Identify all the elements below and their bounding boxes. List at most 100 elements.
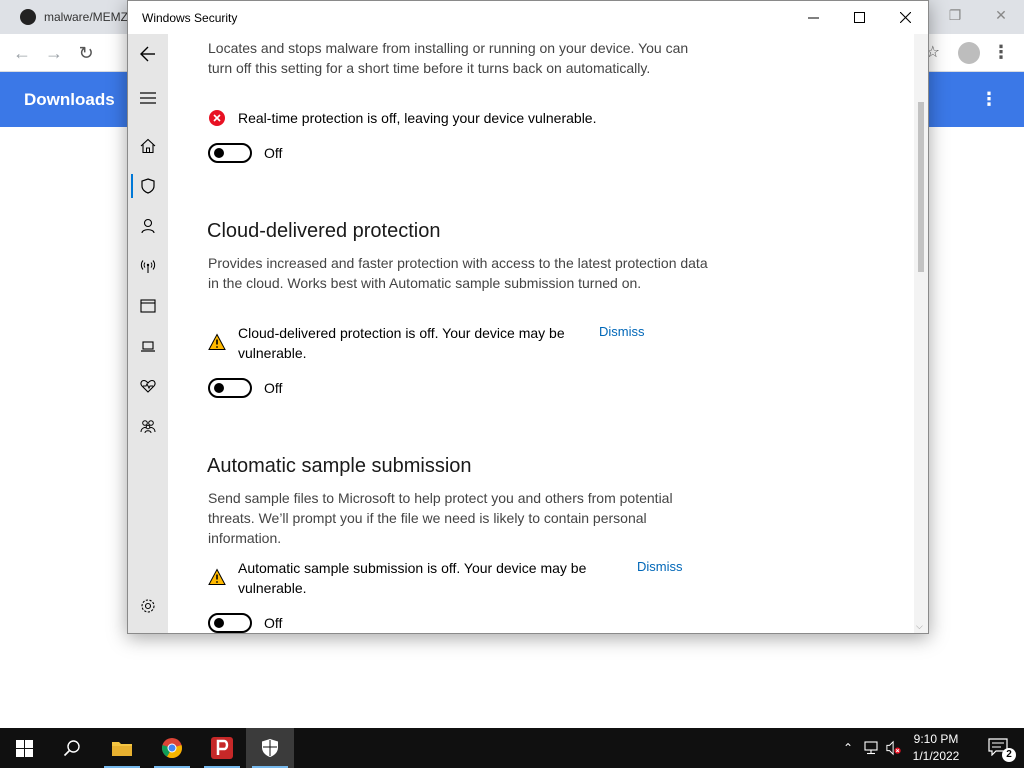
arrow-left-icon	[140, 46, 155, 62]
chrome-icon	[162, 738, 182, 759]
network-button[interactable]	[863, 740, 879, 756]
maximize-icon	[853, 12, 865, 23]
content-area: Locates and stops malware from installin…	[168, 34, 920, 633]
downloads-title: Downloads	[24, 90, 115, 109]
back-button[interactable]	[128, 38, 168, 70]
cloud-protection-toggle[interactable]	[208, 378, 252, 398]
maximize-button[interactable]	[836, 1, 882, 34]
volume-button[interactable]	[886, 740, 902, 756]
network-icon	[864, 741, 878, 755]
shield-icon	[262, 739, 278, 757]
sample-submission-alert-text: Automatic sample submission is off. Your…	[238, 560, 587, 596]
cloud-protection-toggle-label: Off	[264, 380, 283, 396]
arrow-right-icon: →	[45, 42, 63, 63]
search-icon	[63, 740, 80, 757]
browser-close-button[interactable]: ✕	[978, 0, 1024, 30]
taskbar: ⌃ 9:10 PM 1/1/2022 2	[0, 728, 1024, 768]
close-icon	[899, 12, 911, 23]
nav-virus-protection[interactable]	[128, 170, 168, 202]
network-antenna-icon	[140, 260, 156, 273]
nav-firewall[interactable]	[128, 250, 168, 282]
window-title: Windows Security	[142, 11, 238, 25]
browser-menu-icon[interactable]: ⋮	[992, 42, 1010, 63]
minimize-icon	[807, 17, 819, 19]
browser-tab-title: malware/MEMZ	[43, 10, 128, 24]
reload-icon: ↻	[78, 42, 94, 63]
browser-back-button[interactable]: ←	[10, 41, 34, 65]
window-titlebar: Windows Security	[128, 1, 928, 34]
realtime-protection-alert: Real-time protection is off, leaving you…	[208, 108, 596, 128]
realtime-protection-toggle-label: Off	[264, 145, 283, 161]
realtime-protection-toggle[interactable]	[208, 143, 252, 163]
cloud-protection-toggle-row: Off	[208, 378, 282, 398]
sample-submission-dismiss-link[interactable]: Dismiss	[637, 559, 683, 574]
content-scrollbar[interactable]: ⌵	[914, 34, 928, 633]
browser-reload-button[interactable]: ↻	[74, 41, 98, 65]
start-button[interactable]	[0, 728, 48, 768]
windows-security-taskbar-button[interactable]	[246, 728, 294, 768]
cloud-protection-dismiss-link[interactable]: Dismiss	[599, 324, 645, 339]
speaker-muted-icon	[886, 740, 901, 756]
clock[interactable]: 9:10 PM 1/1/2022	[906, 731, 966, 765]
cloud-protection-alert: Cloud-delivered protection is off. Your …	[208, 323, 608, 363]
warning-icon	[208, 333, 226, 350]
toggle-knob	[214, 383, 224, 393]
sample-submission-toggle[interactable]	[208, 613, 252, 633]
realtime-protection-description: Locates and stops malware from installin…	[208, 40, 689, 76]
warning-icon	[208, 568, 226, 585]
realtime-protection-toggle-row: Off	[208, 143, 282, 163]
nav-account-protection[interactable]	[128, 210, 168, 242]
scrollbar-thumb[interactable]	[918, 102, 924, 272]
browser-restore-button[interactable]: ❐	[932, 0, 978, 30]
browser-forward-button[interactable]: →	[42, 41, 66, 65]
person-icon	[141, 218, 155, 234]
sample-submission-title: Automatic sample submission	[207, 455, 472, 477]
browser-window-icon	[140, 299, 156, 313]
file-explorer-button[interactable]	[98, 728, 146, 768]
chevron-up-icon: ⌃	[842, 741, 854, 755]
search-button[interactable]	[48, 728, 96, 768]
browser-tab[interactable]: malware/MEMZ	[0, 0, 128, 34]
shield-icon	[141, 178, 155, 194]
show-hidden-icons-button[interactable]: ⌃	[840, 740, 856, 756]
realtime-protection-alert-text: Real-time protection is off, leaving you…	[238, 110, 597, 126]
laptop-icon	[141, 341, 155, 352]
nav-settings[interactable]	[128, 590, 168, 622]
chrome-button[interactable]	[148, 728, 196, 768]
downloads-more-icon[interactable]: ⋮	[980, 90, 998, 108]
psiphon-p-icon	[211, 737, 233, 759]
nav-device-security[interactable]	[128, 330, 168, 362]
sample-submission-description: Send sample files to Microsoft to help p…	[208, 490, 673, 546]
folder-icon	[112, 742, 132, 756]
profile-avatar[interactable]	[958, 42, 980, 64]
navigation-sidebar	[128, 34, 168, 633]
sample-submission-toggle-label: Off	[264, 615, 283, 631]
windows-logo-icon	[15, 739, 33, 757]
family-icon	[140, 420, 156, 434]
hamburger-menu-button[interactable]	[128, 82, 168, 114]
close-button[interactable]	[882, 1, 928, 34]
cloud-protection-title: Cloud-delivered protection	[207, 220, 441, 242]
nav-app-browser-control[interactable]	[128, 290, 168, 322]
nav-device-health[interactable]	[128, 370, 168, 402]
toggle-knob	[214, 148, 224, 158]
psiphon-button[interactable]	[198, 728, 246, 768]
sample-submission-alert: Automatic sample submission is off. Your…	[208, 558, 608, 598]
close-icon: ✕	[995, 6, 1007, 23]
scroll-down-arrow-icon[interactable]: ⌵	[916, 621, 923, 632]
toggle-knob	[214, 618, 224, 628]
clock-time: 9:10 PM	[913, 732, 959, 746]
cloud-protection-alert-text: Cloud-delivered protection is off. Your …	[238, 325, 565, 361]
restore-icon: ❐	[948, 6, 962, 23]
sample-submission-toggle-row: Off	[208, 613, 282, 633]
heart-pulse-icon	[140, 379, 156, 393]
gear-icon	[141, 599, 155, 613]
nav-home[interactable]	[128, 130, 168, 162]
windows-security-window: Windows Security Locates and stops malwa…	[127, 0, 929, 634]
minimize-button[interactable]	[790, 1, 836, 34]
clock-date: 1/1/2022	[912, 749, 960, 763]
notification-count-badge: 2	[1002, 748, 1016, 762]
nav-family-options[interactable]	[128, 410, 168, 442]
action-center-button[interactable]: 2	[988, 738, 1016, 762]
arrow-left-icon: ←	[13, 42, 31, 63]
